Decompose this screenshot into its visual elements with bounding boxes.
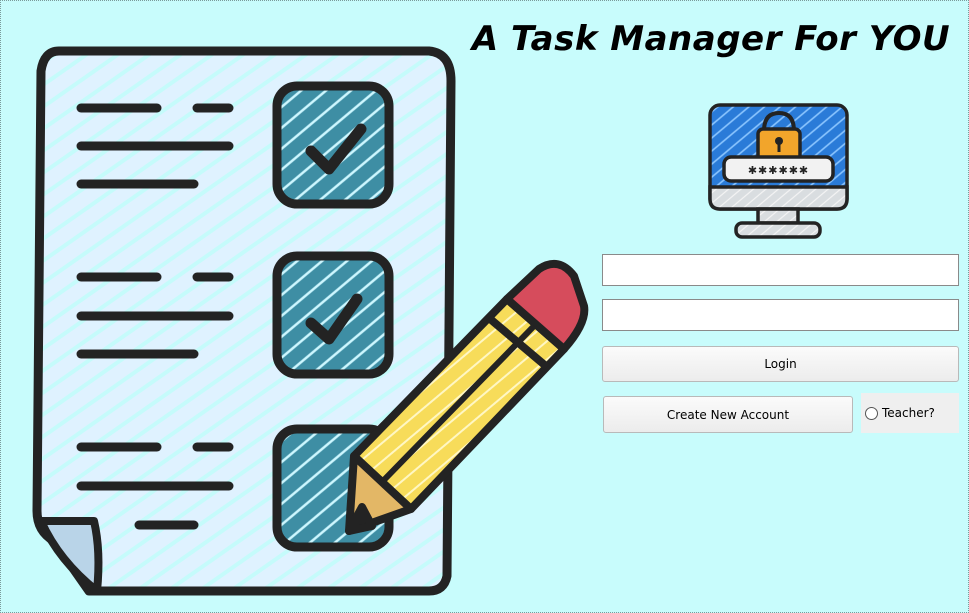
computer-lock-icon: ✱✱✱✱✱✱ — [708, 103, 849, 239]
teacher-radio-label: Teacher? — [882, 406, 935, 420]
teacher-radio-button[interactable] — [865, 406, 878, 420]
checkbox-2 — [272, 251, 394, 379]
checkbox-1 — [272, 81, 394, 209]
password-input[interactable] — [602, 299, 959, 331]
password-mask-text: ✱✱✱✱✱✱ — [748, 164, 809, 177]
app-window: A Task Manager For YOU ✱✱✱✱✱✱ Login Crea… — [0, 0, 969, 613]
teacher-radio-group[interactable]: Teacher? — [861, 393, 959, 433]
login-button[interactable]: Login — [602, 346, 959, 382]
create-account-button[interactable]: Create New Account — [603, 396, 853, 433]
checklist-pencil-illustration — [32, 46, 589, 596]
paper-fold — [37, 517, 103, 595]
username-input[interactable] — [602, 254, 959, 286]
